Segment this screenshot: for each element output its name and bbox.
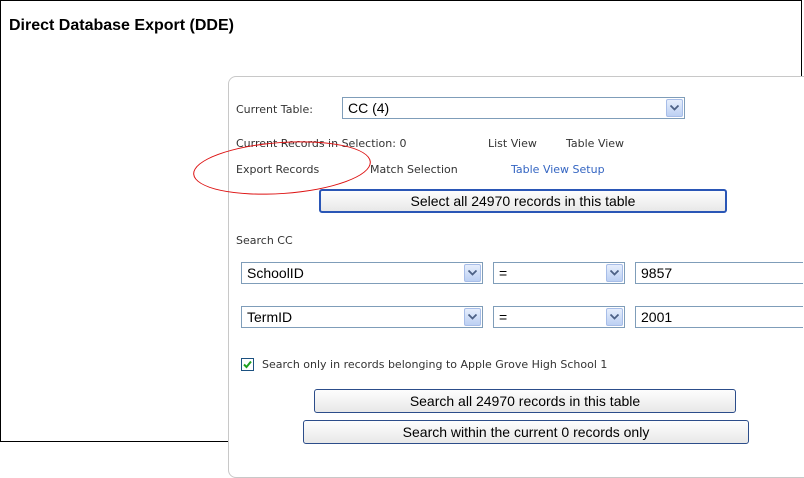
chevron-down-icon[interactable] xyxy=(464,264,481,282)
list-view-link[interactable]: List View xyxy=(488,137,537,150)
search-all-records-button[interactable]: Search all 24970 records in this table xyxy=(314,389,736,413)
search-field-value-2: TermID xyxy=(247,309,293,325)
search-field-select-2[interactable]: TermID xyxy=(241,306,483,328)
match-selection-link[interactable]: Match Selection xyxy=(370,163,458,176)
chevron-down-icon[interactable] xyxy=(606,264,623,282)
search-operator-value-2: = xyxy=(499,309,508,325)
search-operator-value-1: = xyxy=(499,265,508,281)
checkmark-icon xyxy=(243,360,252,369)
current-table-select[interactable]: CC (4) xyxy=(342,97,685,119)
current-table-label: Current Table: xyxy=(236,103,313,116)
search-operator-select-1[interactable]: = xyxy=(493,262,625,284)
search-value-input-1[interactable]: 9857 xyxy=(635,262,803,284)
search-field-select-1[interactable]: SchoolID xyxy=(241,262,483,284)
search-operator-select-2[interactable]: = xyxy=(493,306,625,328)
school-only-checkbox-label: Search only in records belonging to Appl… xyxy=(262,358,608,371)
search-value-text-2: 2001 xyxy=(641,309,673,325)
search-heading: Search CC xyxy=(236,234,293,247)
search-value-text-1: 9857 xyxy=(641,265,673,281)
search-field-value-1: SchoolID xyxy=(247,265,304,281)
chevron-down-icon[interactable] xyxy=(464,308,481,326)
school-only-checkbox[interactable] xyxy=(241,358,254,371)
chevron-down-icon[interactable] xyxy=(666,99,683,117)
page-title: Direct Database Export (DDE) xyxy=(9,17,234,34)
current-table-value: CC (4) xyxy=(348,100,390,116)
table-view-setup-link[interactable]: Table View Setup xyxy=(511,163,605,176)
search-value-input-2[interactable]: 2001 xyxy=(635,306,803,328)
select-all-records-button[interactable]: Select all 24970 records in this table xyxy=(319,189,727,213)
chevron-down-icon[interactable] xyxy=(606,308,623,326)
search-within-current-button[interactable]: Search within the current 0 records only xyxy=(303,420,749,444)
table-view-link[interactable]: Table View xyxy=(566,137,624,150)
